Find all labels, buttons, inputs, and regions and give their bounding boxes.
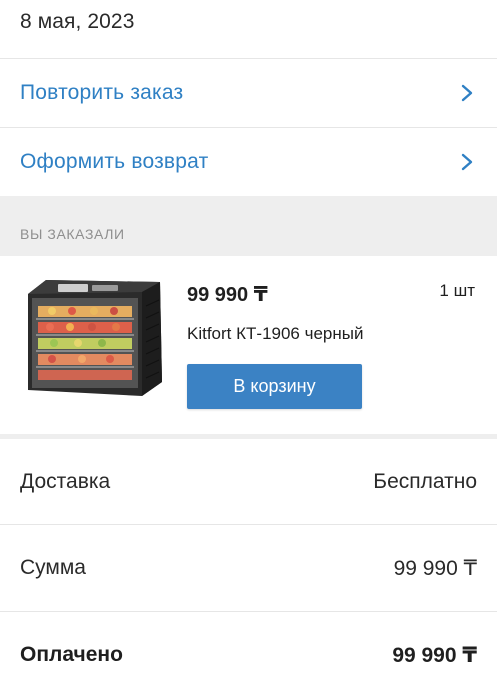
product-card: 99 990 ₸ 1 шт Kitfort КТ-1906 черный В к… — [0, 256, 497, 434]
item-quantity: 1 шт — [439, 281, 475, 300]
item-price: 99 990 ₸ — [187, 284, 268, 306]
item-name[interactable]: Kitfort КТ-1906 черный — [187, 324, 363, 344]
chevron-right-icon — [461, 84, 473, 102]
sum-value: 99 990 ₸ — [393, 556, 477, 580]
repeat-order-label: Повторить заказ — [20, 81, 184, 104]
food-dehydrator-image[interactable] — [22, 278, 164, 398]
add-to-cart-button[interactable]: В корзину — [187, 364, 362, 409]
repeat-order-row[interactable]: Повторить заказ — [0, 59, 497, 127]
delivery-row: Доставка Бесплатно — [0, 439, 497, 525]
chevron-right-icon — [461, 153, 473, 171]
ordered-items-header: ВЫ ЗАКАЗАЛИ — [0, 196, 497, 256]
delivery-value: Бесплатно — [373, 470, 477, 493]
delivery-label: Доставка — [20, 470, 111, 493]
paid-value: 99 990 ₸ — [392, 643, 477, 667]
return-order-row[interactable]: Оформить возврат — [0, 128, 497, 196]
sum-label: Сумма — [20, 556, 86, 579]
paid-label: Оплачено — [20, 643, 123, 666]
order-status-partial — [20, 0, 100, 2]
order-date: 8 мая, 2023 — [20, 10, 135, 33]
return-order-label: Оформить возврат — [20, 150, 209, 173]
sum-row: Сумма 99 990 ₸ — [0, 525, 497, 611]
paid-row: Оплачено 99 990 ₸ — [0, 612, 497, 698]
